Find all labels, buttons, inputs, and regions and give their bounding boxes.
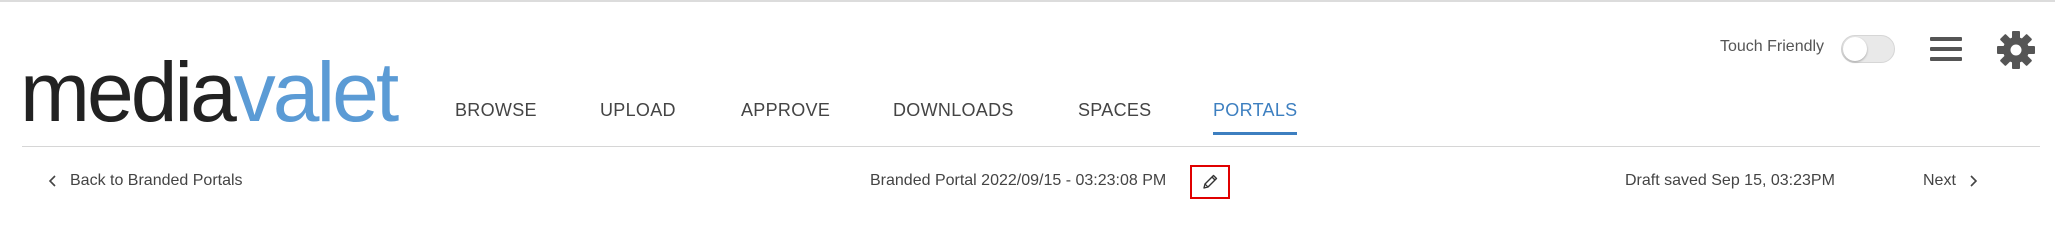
nav-spaces[interactable]: SPACES [1078,100,1152,135]
logo-media: media [20,45,237,139]
hamburger-icon[interactable] [1929,35,1963,63]
next-link[interactable]: Next [1923,172,1978,190]
nav-upload[interactable]: UPLOAD [600,100,676,135]
back-to-branded-portals-link[interactable]: Back to Branded Portals [48,172,243,190]
back-link-label: Back to Branded Portals [70,172,243,189]
chevron-right-icon [1970,175,1978,187]
logo-valet: valet [233,45,399,139]
header-divider [22,146,2040,147]
touch-friendly-label: Touch Friendly [1720,38,1825,55]
edit-title-button[interactable] [1190,165,1230,199]
nav-browse[interactable]: BROWSE [455,100,537,135]
gear-icon[interactable] [1996,30,2036,70]
chevron-left-icon [48,175,56,187]
toggle-knob [1843,37,1867,61]
app-header: media valet BROWSE UPLOAD APPROVE DOWNLOA… [0,0,2055,212]
mediavalet-logo[interactable]: media valet [20,45,399,139]
next-label: Next [1923,172,1956,189]
nav-approve[interactable]: APPROVE [741,100,830,135]
nav-portals[interactable]: PORTALS [1213,100,1298,135]
nav-downloads[interactable]: DOWNLOADS [893,100,1014,135]
portal-title: Branded Portal 2022/09/15 - 03:23:08 PM [870,172,1167,189]
touch-friendly-toggle[interactable] [1841,35,1895,63]
pencil-icon [1203,174,1218,189]
draft-saved-status: Draft saved Sep 15, 03:23PM [1625,172,1835,189]
